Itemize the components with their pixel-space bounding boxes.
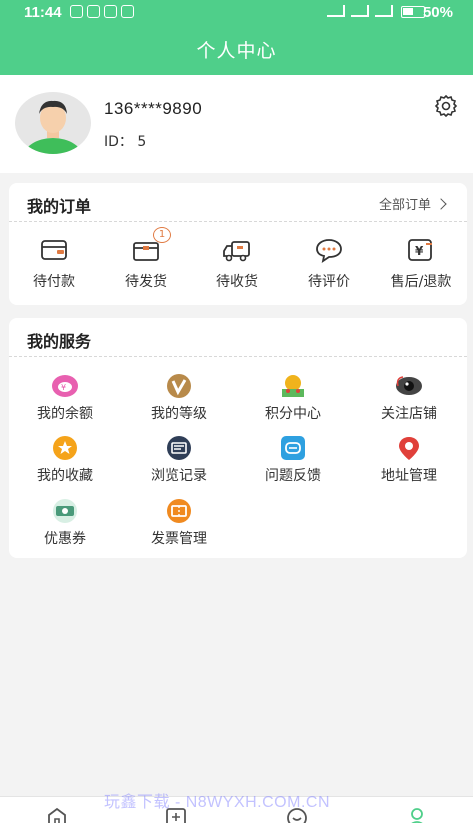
coupon-icon xyxy=(50,498,80,524)
points-icon xyxy=(278,373,308,399)
service-label: 优惠券 xyxy=(44,531,86,547)
gear-icon[interactable] xyxy=(433,93,459,119)
chevron-right-icon xyxy=(435,197,447,210)
level-icon xyxy=(164,373,194,399)
service-points[interactable]: 积分中心 xyxy=(243,373,343,423)
history-icon xyxy=(164,435,194,461)
service-label: 浏览记录 xyxy=(151,468,207,484)
order-pending-review[interactable]: 待评价 xyxy=(289,237,369,291)
all-orders-label: 全部订单 xyxy=(378,198,431,213)
order-pending-shipment[interactable]: 1 待发货 xyxy=(106,227,186,291)
refund-icon: ¥ xyxy=(406,237,436,263)
notification-icon xyxy=(87,5,100,18)
invoice-icon xyxy=(164,498,194,524)
svg-text:¥: ¥ xyxy=(61,383,66,392)
service-balance[interactable]: ¥ 我的余额 xyxy=(15,373,115,423)
service-label: 问题反馈 xyxy=(265,468,321,484)
battery-fill xyxy=(403,8,413,15)
services-title: 我的服务 xyxy=(27,332,92,351)
order-after-sales[interactable]: ¥ 售后/退款 xyxy=(381,237,461,291)
feedback-icon xyxy=(278,435,308,461)
user-phone: 136****9890 xyxy=(104,99,203,118)
order-pending-payment[interactable]: 待付款 xyxy=(14,237,94,291)
battery-icon xyxy=(401,6,425,18)
orders-title: 我的订单 xyxy=(27,197,92,216)
piggy-bank-icon: ¥ xyxy=(50,373,80,399)
service-label: 我的余额 xyxy=(37,406,93,422)
service-label: 我的等级 xyxy=(151,406,207,422)
service-feedback[interactable]: 问题反馈 xyxy=(243,435,343,485)
service-coupons[interactable]: 优惠券 xyxy=(15,498,115,548)
signal-icon xyxy=(375,5,393,17)
truck-icon xyxy=(222,237,252,263)
notification-icons xyxy=(70,5,134,18)
service-history[interactable]: 浏览记录 xyxy=(129,435,229,485)
order-label: 待付款 xyxy=(33,274,75,290)
service-label: 关注店铺 xyxy=(381,406,437,422)
signal-icon xyxy=(351,5,369,17)
service-invoices[interactable]: 发票管理 xyxy=(129,498,229,548)
order-label: 待收货 xyxy=(216,274,258,290)
notification-icon xyxy=(104,5,117,18)
user-id: ID： 5 xyxy=(104,134,147,150)
order-label: 待评价 xyxy=(308,274,350,290)
profile-section[interactable]: 136****9890 ID： 5 xyxy=(0,75,473,173)
service-level[interactable]: 我的等级 xyxy=(129,373,229,423)
service-label: 地址管理 xyxy=(381,468,437,484)
svg-text:¥: ¥ xyxy=(415,244,424,258)
signal-icons xyxy=(327,5,393,17)
services-card: 我的服务 ¥ 我的余额 我的等级 积分中心 关注店铺 我的收藏 浏览记录 问题反… xyxy=(9,318,467,558)
box-icon: 1 xyxy=(131,227,171,263)
service-label: 我的收藏 xyxy=(37,468,93,484)
service-follow-shop[interactable]: 关注店铺 xyxy=(359,373,459,423)
notification-icon xyxy=(121,5,134,18)
notification-icon xyxy=(70,5,83,18)
status-bar: 11:44 50% xyxy=(0,0,473,26)
comment-icon xyxy=(314,237,344,263)
avatar[interactable] xyxy=(15,92,91,154)
order-label: 待发货 xyxy=(125,274,167,290)
star-icon xyxy=(50,435,80,461)
battery-percent: 50% xyxy=(422,4,453,21)
watermark: 玩鑫下载 - N8WYXH.COM.CN xyxy=(104,794,331,811)
eye-icon xyxy=(394,373,424,399)
app-header: 11:44 50% 个人中心 xyxy=(0,0,473,75)
service-label: 积分中心 xyxy=(265,406,321,422)
orders-card: 我的订单 全部订单 待付款 1 待发货 待收货 待评价 ¥ 售后/退款 xyxy=(9,183,467,305)
divider xyxy=(9,221,467,222)
order-pending-receipt[interactable]: 待收货 xyxy=(197,237,277,291)
service-favorites[interactable]: 我的收藏 xyxy=(15,435,115,485)
wifi-icon xyxy=(327,5,345,17)
service-address[interactable]: 地址管理 xyxy=(359,435,459,485)
status-time: 11:44 xyxy=(24,4,62,21)
badge-count: 1 xyxy=(153,227,171,243)
order-label: 售后/退款 xyxy=(390,274,452,290)
location-icon xyxy=(394,435,424,461)
page-title: 个人中心 xyxy=(196,40,277,62)
avatar-icon xyxy=(23,100,83,154)
wallet-icon xyxy=(39,237,69,263)
home-icon[interactable] xyxy=(46,807,68,823)
divider xyxy=(9,356,467,357)
user-icon[interactable] xyxy=(406,807,428,823)
service-label: 发票管理 xyxy=(151,531,207,547)
all-orders-link[interactable]: 全部订单 xyxy=(378,194,447,213)
